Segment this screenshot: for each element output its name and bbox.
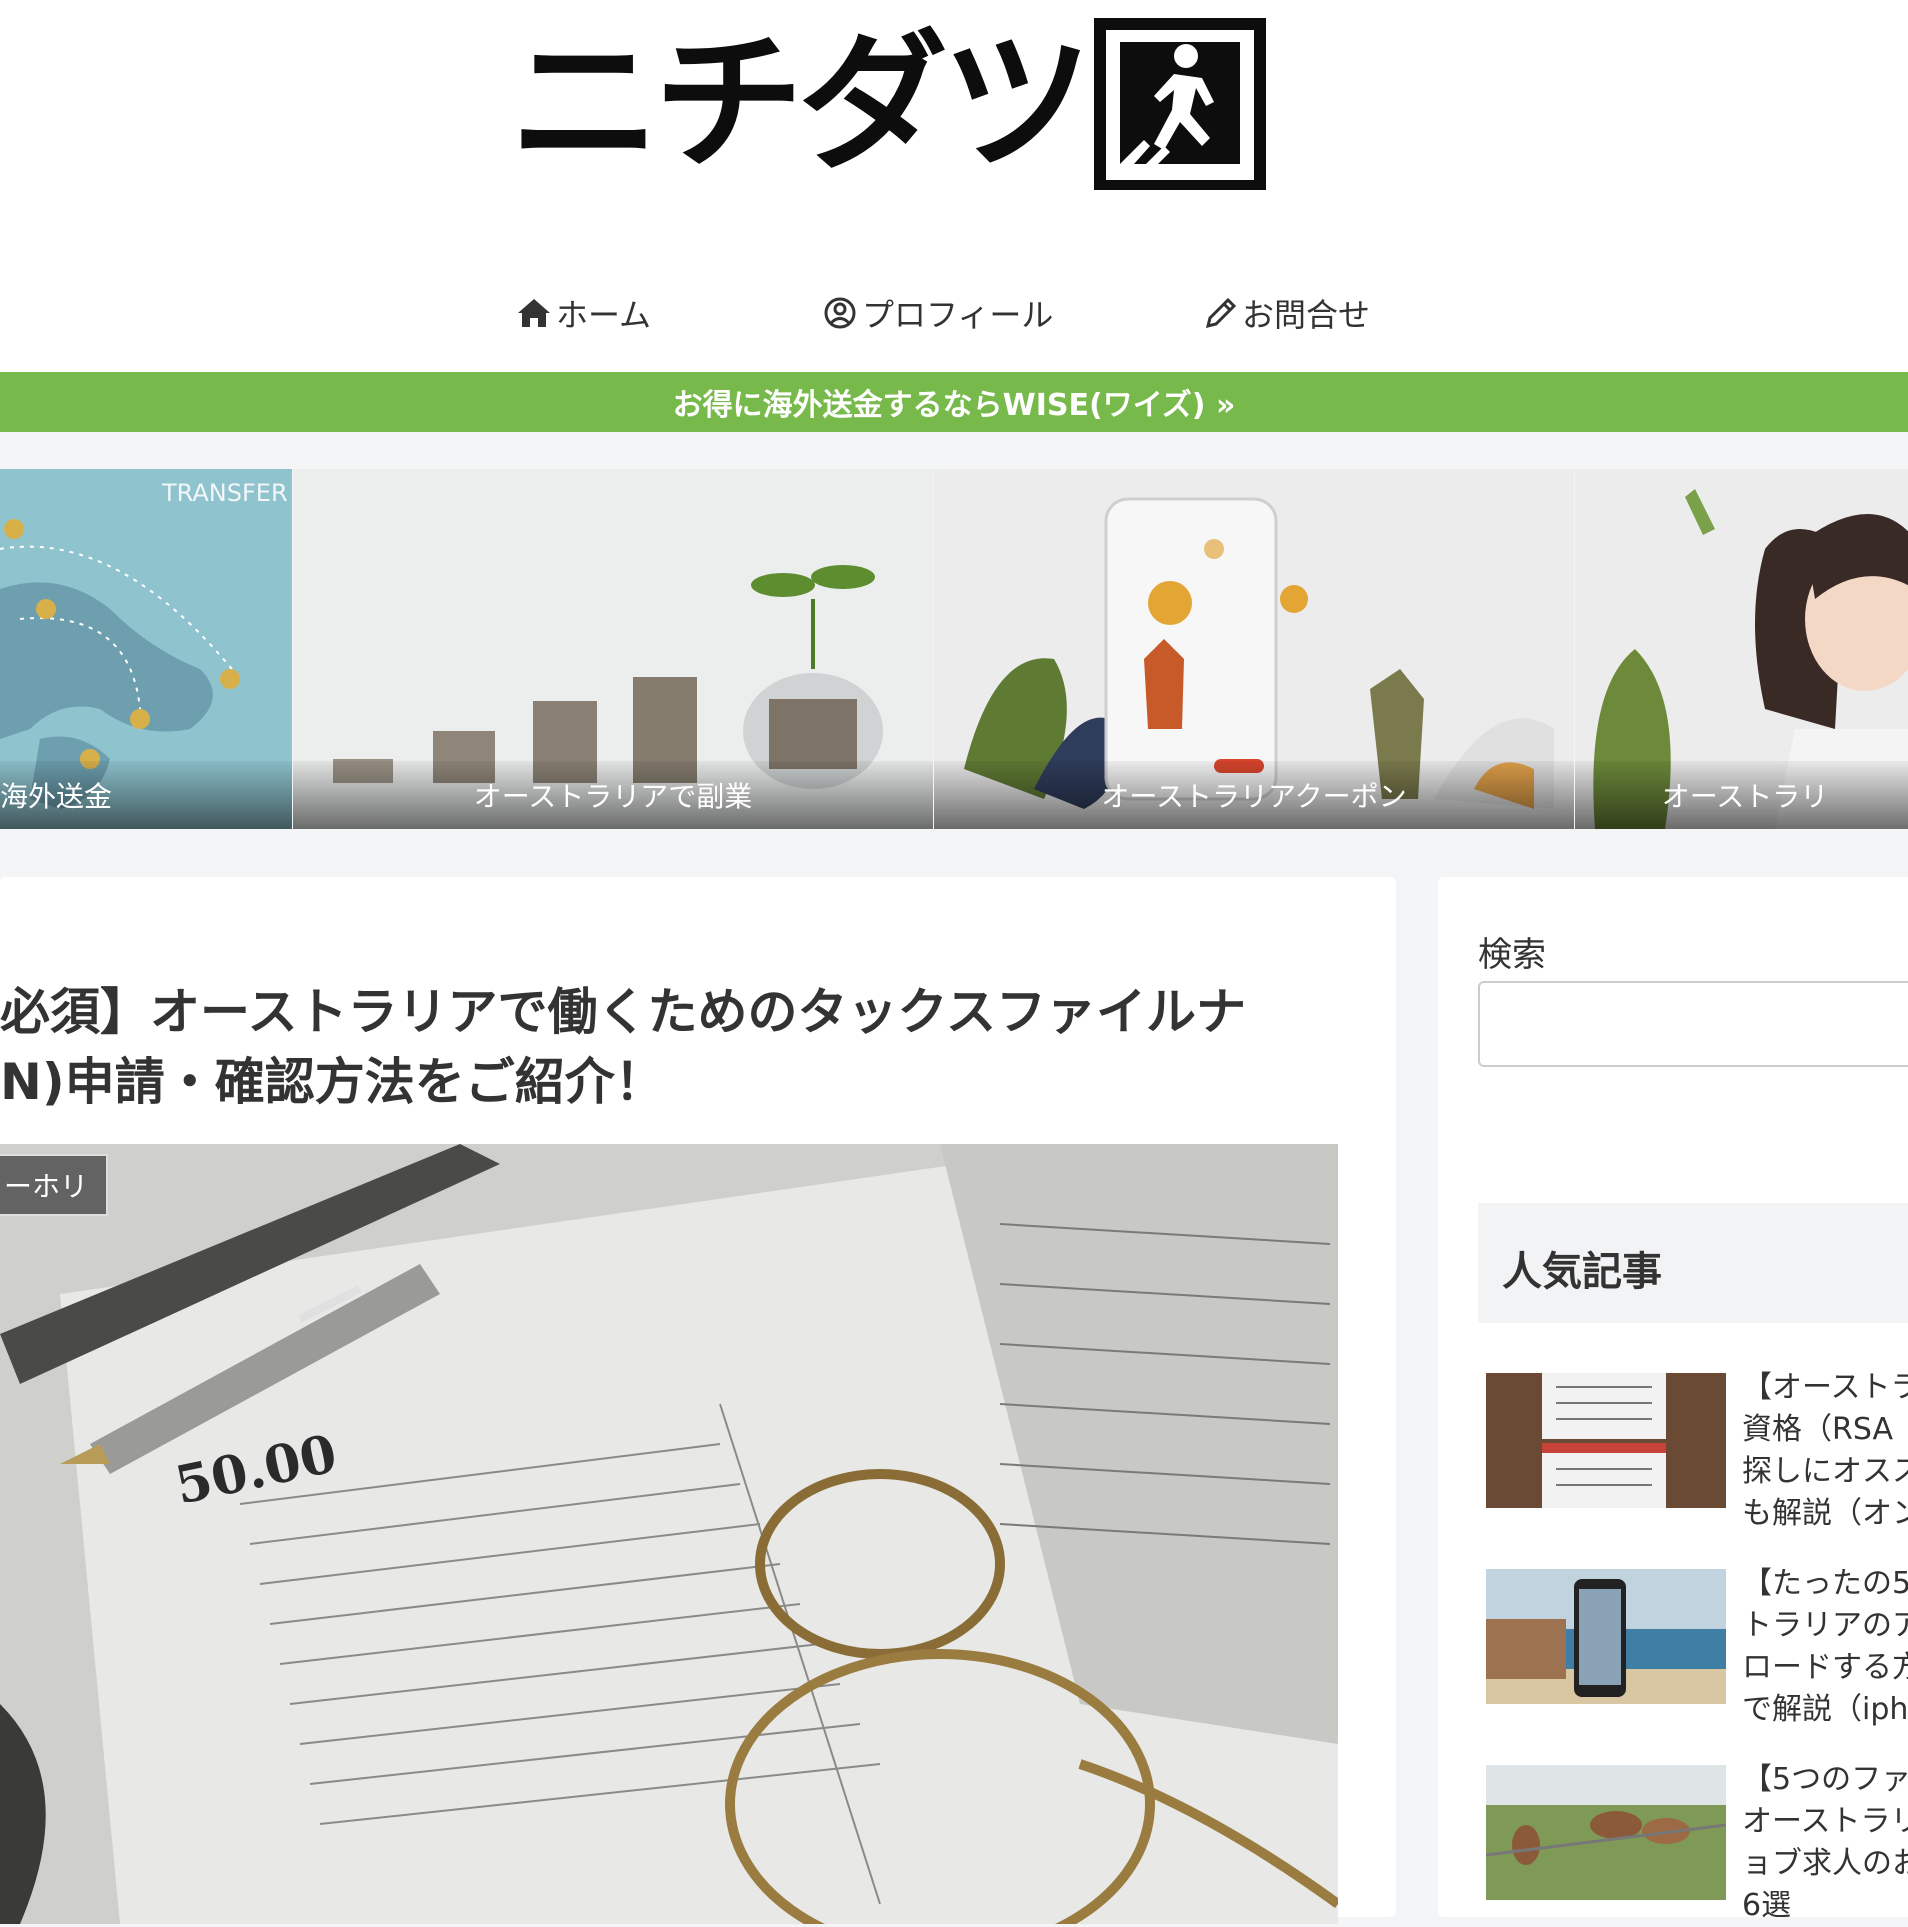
nav-profile[interactable]: プロフィール [822,290,1053,336]
article-eyecatch-image: 50.00 ーホリ [0,1144,1338,1924]
article-thumbnail [1486,1765,1726,1900]
nav-contact-label: お問合せ [1242,296,1371,334]
wise-promo-banner[interactable]: お得に海外送金するならWISE(ワイズ) » [0,372,1908,432]
article-title[interactable]: 必須】オーストラリアで働くためのタックスファイルナ N)申請・確認方法をご紹介！ [0,977,1370,1117]
search-label: 検索 [1478,935,1546,975]
popular-heading-text: 人気記事 [1502,1249,1662,1295]
search-input[interactable] [1478,981,1908,1067]
popular-article-item[interactable]: 【たったの5 トラリアのア ロードする方 で解説（iph [1486,1566,1908,1727]
tax-document-photo: 50.00 [0,1144,1338,1924]
article-title-line2: N)申請・確認方法をご紹介！ [0,1053,665,1111]
popular-article-title: 【オーストラ 資格（RSA 探しにオスス も解説（オン [1742,1370,1908,1531]
nav-profile-label: プロフィール [862,296,1054,334]
popular-articles-heading: 人気記事 [1478,1203,1908,1323]
category-label[interactable]: ーホリ [0,1154,109,1216]
nav-home-label: ホーム [556,296,652,334]
popular-article-title: 【5つのファ オーストラリ ョブ求人のお 6選 [1742,1762,1908,1923]
svg-text:TRANSFER: TRANSFER [161,479,288,507]
sidebar: 検索 人気記事 【オーストラ 資格（RSA 探しにオスス も解説（オン 【たった… [1438,877,1908,1923]
pencil-icon [1205,297,1237,329]
emergency-exit-icon [1094,18,1267,190]
banner-text: お得に海外送金するならWISE(ワイズ) » [672,388,1236,423]
featured-carousel: TRANSFER 海外送金 オーストラリアで副業 オーストラリアクーポン オース… [0,469,1908,829]
carousel-caption: 海外送金 [0,761,292,829]
article-thumbnail [1486,1373,1726,1508]
carousel-card-remittance[interactable]: TRANSFER 海外送金 [0,469,292,829]
carousel-caption: オーストラリアクーポン [934,761,1574,829]
user-circle-icon [824,297,856,329]
article-thumbnail [1486,1569,1726,1704]
carousel-caption: オーストラリアで副業 [293,761,933,829]
carousel-card-australia[interactable]: オーストラリ [1575,469,1908,829]
popular-article-item[interactable]: 【オーストラ 資格（RSA 探しにオスス も解説（オン [1486,1370,1908,1531]
popular-article-item[interactable]: 【5つのファ オーストラリ ョブ求人のお 6選 [1486,1762,1908,1923]
carousel-card-side-job[interactable]: オーストラリアで副業 [293,469,933,829]
nav-contact[interactable]: お問合せ [1202,290,1370,336]
site-header: ニチダツ ホーム プロフィール お問合せ [0,0,1908,372]
main-navigation: ホーム プロフィール お問合せ [0,290,1908,340]
carousel-caption: オーストラリ [1575,761,1908,829]
home-icon [518,299,550,327]
carousel-card-coupon[interactable]: オーストラリアクーポン [934,469,1574,829]
popular-article-title: 【たったの5 トラリアのア ロードする方 で解説（iph [1742,1566,1908,1727]
logo-text: ニチダツ [510,17,1092,191]
article-title-line1: 必須】オーストラリアで働くためのタックスファイルナ [0,983,1246,1041]
site-logo[interactable]: ニチダツ [510,17,1267,191]
nav-home[interactable]: ホーム [516,290,651,336]
article-main: 必須】オーストラリアで働くためのタックスファイルナ N)申請・確認方法をご紹介！ [0,877,1396,1924]
